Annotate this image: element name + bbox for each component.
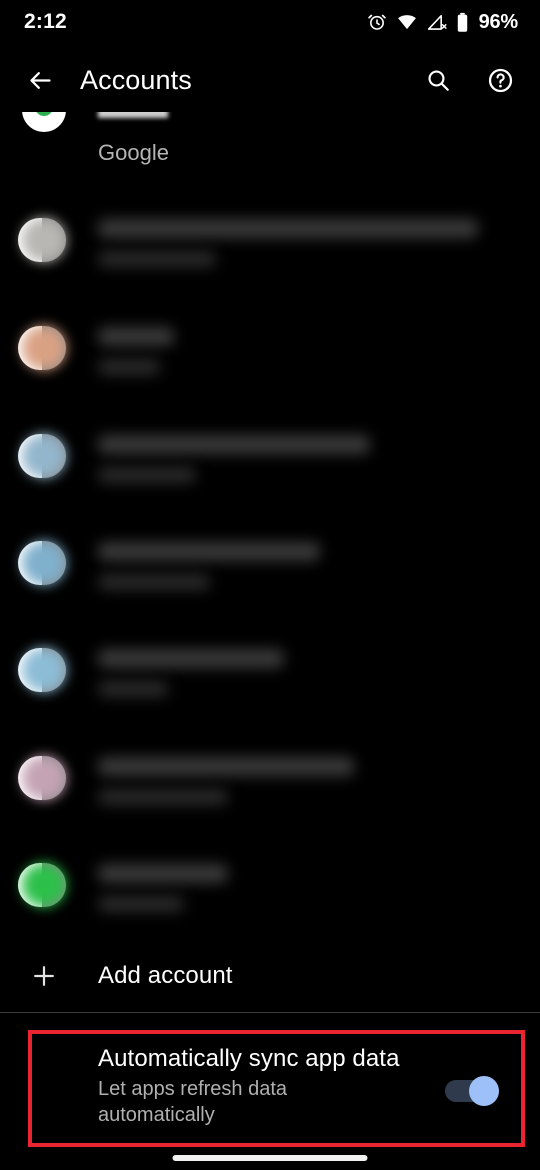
redacted-account-detail <box>98 359 160 375</box>
redacted-account-name <box>98 542 320 561</box>
list-item[interactable] <box>0 538 540 645</box>
app-bar: Accounts <box>0 48 540 112</box>
avatar <box>18 326 66 370</box>
list-item[interactable] <box>0 753 540 860</box>
redacted-account-detail <box>98 896 184 912</box>
back-button[interactable] <box>12 52 68 108</box>
list-item[interactable] <box>0 860 540 940</box>
redacted-account-name <box>98 435 370 454</box>
avatar-image <box>22 648 66 692</box>
redacted-account-name <box>98 112 168 118</box>
cellular-no-service-icon <box>427 14 447 30</box>
add-account-row[interactable]: Add account <box>0 945 540 1007</box>
redacted-account-detail <box>98 467 196 483</box>
wifi-icon <box>397 15 416 30</box>
avatar-image <box>22 218 66 262</box>
home-gesture-bar[interactable] <box>172 1155 368 1161</box>
avatar-accent <box>35 112 53 116</box>
list-item-partial[interactable]: Google <box>0 112 540 208</box>
plus-icon-wrap <box>22 954 66 998</box>
redacted-account-detail <box>98 681 168 697</box>
highlight-rectangle <box>28 1030 525 1147</box>
list-item-text <box>98 757 520 805</box>
app-bar-actions <box>412 54 526 106</box>
list-item[interactable] <box>0 215 540 322</box>
add-account-label: Add account <box>98 962 233 989</box>
avatar-image <box>22 434 66 478</box>
search-icon <box>428 70 449 91</box>
avatar-image <box>22 863 66 907</box>
list-item[interactable] <box>0 323 540 430</box>
list-item-text <box>98 542 520 590</box>
account-type-label: Google <box>98 140 169 165</box>
redacted-account-detail <box>98 251 216 267</box>
redacted-account-detail <box>98 789 228 805</box>
redacted-account-name <box>98 219 478 238</box>
avatar <box>18 756 66 800</box>
avatar <box>18 863 66 907</box>
back-arrow-icon <box>29 71 51 89</box>
battery-percent-label: 96% <box>478 10 519 33</box>
avatar <box>18 218 66 262</box>
avatar <box>18 541 66 585</box>
plus-icon <box>34 966 54 986</box>
search-button[interactable] <box>412 54 464 106</box>
list-item-text <box>98 219 520 267</box>
avatar <box>18 648 66 692</box>
alarm-icon <box>367 14 386 30</box>
avatar <box>22 112 66 132</box>
accounts-list[interactable]: Google <box>0 112 540 940</box>
status-bar-icons: 96% <box>367 11 518 34</box>
list-item-text <box>98 327 520 375</box>
page-title: Accounts <box>80 64 192 95</box>
help-icon <box>488 68 512 92</box>
list-item-text <box>98 435 520 483</box>
status-bar-clock: 2:12 <box>24 10 67 33</box>
avatar-image <box>22 541 66 585</box>
list-item[interactable] <box>0 645 540 752</box>
list-item[interactable] <box>0 431 540 538</box>
status-bar: 2:12 96% <box>0 0 540 44</box>
redacted-account-name <box>98 327 174 346</box>
list-item-text <box>98 649 520 697</box>
section-divider <box>0 1012 540 1013</box>
phone-screen: 2:12 96% Accounts Google Add account Aut… <box>0 0 540 1170</box>
redacted-account-name <box>98 649 284 668</box>
list-item-text <box>98 864 520 912</box>
avatar <box>18 434 66 478</box>
avatar-image <box>22 756 66 800</box>
avatar-image <box>22 326 66 370</box>
redacted-account-name <box>98 864 228 883</box>
battery-icon <box>457 12 467 32</box>
redacted-account-name <box>98 757 354 776</box>
help-button[interactable] <box>474 54 526 106</box>
redacted-account-detail <box>98 574 210 590</box>
